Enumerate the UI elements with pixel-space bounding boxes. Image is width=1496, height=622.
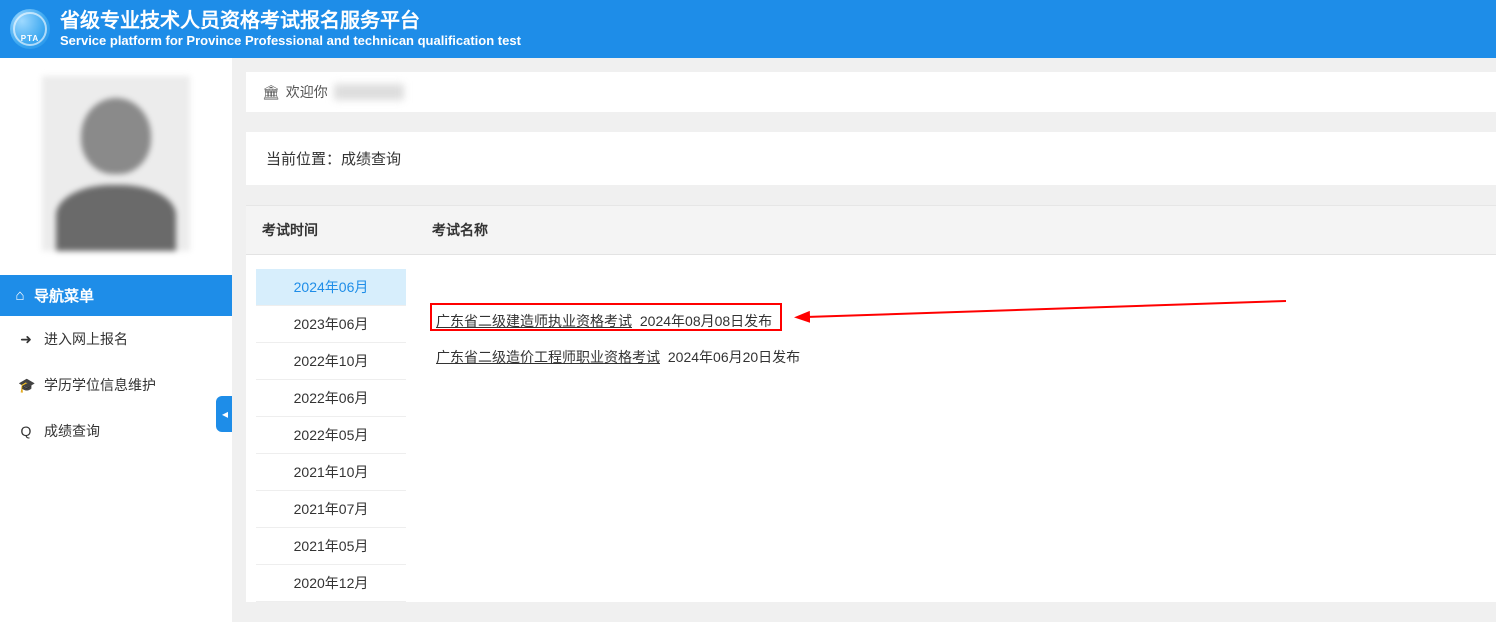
nav-item-label: 学历学位信息维护 (44, 375, 156, 395)
chevron-left-icon: ◂ (222, 407, 228, 421)
welcome-bar: 🏛 欢迎你 (246, 72, 1496, 112)
exam-row: 广东省二级造价工程师职业资格考试 2024年06月20日发布 (436, 347, 1476, 367)
col-exam-time: 考试时间 (246, 206, 416, 254)
header-title-cn: 省级专业技术人员资格考试报名服务平台 (60, 9, 521, 33)
exam-link[interactable]: 广东省二级建造师执业资格考试 (436, 313, 632, 329)
breadcrumb: 当前位置：成绩查询 (246, 132, 1496, 185)
header-titles: 省级专业技术人员资格考试报名服务平台 Service platform for … (60, 9, 521, 49)
sidebar: ⌂ 导航菜单 ➜ 进入网上报名 🎓 学历学位信息维护 Q 成绩查询 (0, 58, 232, 622)
exam-row: 广东省二级建造师执业资格考试 2024年08月08日发布 (436, 311, 1476, 331)
nav-item-score[interactable]: Q 成绩查询 (0, 408, 232, 454)
exam-time-item[interactable]: 2021年07月 (256, 491, 406, 528)
exam-time-item[interactable]: 2022年06月 (256, 380, 406, 417)
exam-publish-date: 2024年08月08日发布 (636, 313, 772, 329)
exam-publish-date: 2024年06月20日发布 (664, 349, 800, 365)
exam-time-item[interactable]: 2022年10月 (256, 343, 406, 380)
exam-time-item[interactable]: 2021年10月 (256, 454, 406, 491)
enter-icon: ➜ (18, 331, 34, 348)
user-avatar (42, 76, 190, 251)
app-header: PTA 省级专业技术人员资格考试报名服务平台 Service platform … (0, 0, 1496, 58)
logo: PTA (10, 9, 50, 49)
exam-time-item[interactable]: 2021年05月 (256, 528, 406, 565)
welcome-username (334, 84, 404, 100)
exam-name-list: 广东省二级建造师执业资格考试 2024年08月08日发布广东省二级造价工程师职业… (416, 255, 1496, 602)
nav-header-label: 导航菜单 (34, 285, 94, 306)
nav-item-register[interactable]: ➜ 进入网上报名 (0, 316, 232, 362)
nav-item-label: 成绩查询 (44, 421, 100, 441)
search-icon: Q (18, 423, 34, 439)
exam-link[interactable]: 广东省二级造价工程师职业资格考试 (436, 349, 660, 365)
institution-icon: 🏛 (262, 84, 280, 101)
breadcrumb-label: 当前位置： (266, 151, 341, 168)
exam-time-item[interactable]: 2020年12月 (256, 565, 406, 602)
exam-time-item[interactable]: 2022年05月 (256, 417, 406, 454)
exam-time-item[interactable]: 2024年06月 (256, 269, 406, 306)
graduation-icon: 🎓 (18, 377, 34, 394)
header-title-en: Service platform for Province Profession… (60, 33, 521, 49)
home-icon: ⌂ (12, 287, 28, 304)
score-panel: 考试时间 考试名称 2024年06月2023年06月2022年10月2022年0… (246, 205, 1496, 602)
col-exam-name: 考试名称 (416, 206, 1496, 254)
exam-time-item[interactable]: 2023年06月 (256, 306, 406, 343)
breadcrumb-value: 成绩查询 (341, 151, 401, 168)
table-header: 考试时间 考试名称 (246, 206, 1496, 255)
main-content: 🏛 欢迎你 当前位置：成绩查询 考试时间 考试名称 2024年06月2023年0… (232, 58, 1496, 622)
exam-time-list: 2024年06月2023年06月2022年10月2022年06月2022年05月… (246, 255, 416, 602)
logo-text: PTA (10, 34, 50, 43)
nav-item-label: 进入网上报名 (44, 329, 128, 349)
nav-header: ⌂ 导航菜单 (0, 275, 232, 316)
welcome-text: 欢迎你 (286, 82, 328, 102)
nav-item-education[interactable]: 🎓 学历学位信息维护 (0, 362, 232, 408)
